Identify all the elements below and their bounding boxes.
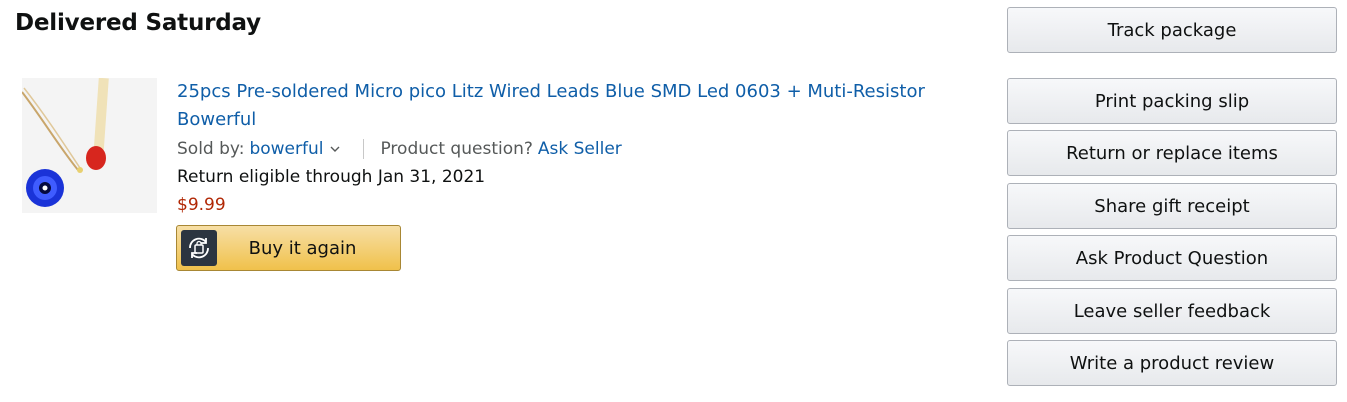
product-photo: [22, 78, 157, 213]
sold-by-label: Sold by:: [177, 139, 245, 159]
return-eligibility-text: Return eligible through Jan 31, 2021: [177, 167, 486, 187]
divider: [363, 139, 365, 159]
ask-seller-link[interactable]: Ask Seller: [538, 135, 622, 163]
leave-seller-feedback-button[interactable]: Leave seller feedback: [1007, 288, 1337, 334]
write-product-review-button[interactable]: Write a product review: [1007, 340, 1337, 386]
ask-product-question-button[interactable]: Ask Product Question: [1007, 235, 1337, 281]
product-price: $9.99: [177, 195, 226, 215]
chevron-down-icon[interactable]: [329, 143, 341, 155]
print-packing-slip-button[interactable]: Print packing slip: [1007, 78, 1337, 124]
buy-it-again-label: Buy it again: [248, 237, 357, 259]
seller-row: Sold by: bowerful Product question? Ask …: [177, 135, 957, 163]
product-info: 25pcs Pre-soldered Micro pico Litz Wired…: [177, 78, 957, 219]
delivery-status-heading: Delivered Saturday: [15, 10, 261, 36]
track-package-button[interactable]: Track package: [1007, 7, 1337, 53]
buy-again-icon: [181, 230, 217, 266]
product-question-label: Product question?: [380, 139, 533, 159]
return-or-replace-button[interactable]: Return or replace items: [1007, 130, 1337, 176]
product-image[interactable]: [22, 78, 157, 213]
buy-it-again-button[interactable]: Buy it again: [176, 225, 401, 271]
product-title-link[interactable]: 25pcs Pre-soldered Micro pico Litz Wired…: [177, 78, 957, 134]
share-gift-receipt-button[interactable]: Share gift receipt: [1007, 183, 1337, 229]
seller-link[interactable]: bowerful: [249, 135, 323, 163]
